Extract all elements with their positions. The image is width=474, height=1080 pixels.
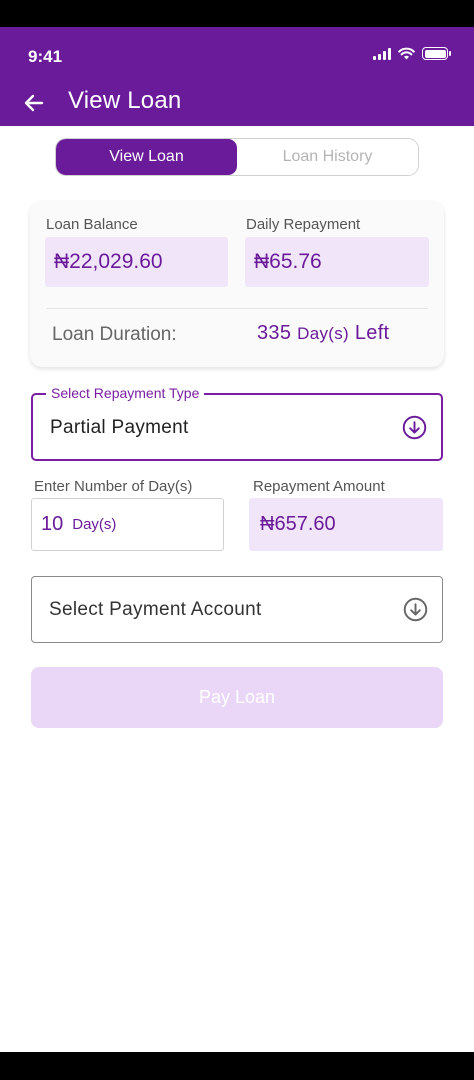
repayment-type-value: Partial Payment — [50, 417, 189, 438]
circle-arrow-down-icon — [403, 597, 428, 622]
repayment-amount-value: ₦657.60 — [249, 498, 443, 551]
daily-repayment-value: ₦65.76 — [245, 237, 429, 287]
app-screen: 9:41 View Loan View Loan Loan History Lo… — [0, 27, 474, 1052]
arrow-left-icon — [24, 94, 44, 112]
days-input[interactable]: 10 Day(s) — [31, 498, 224, 551]
tab-switcher: View Loan Loan History — [55, 138, 419, 176]
status-icons — [373, 47, 451, 60]
cellular-signal-icon — [373, 47, 391, 60]
loan-summary-card: Loan Balance ₦22,029.60 Daily Repayment … — [30, 201, 444, 367]
duration-unit: Day(s) — [297, 324, 349, 343]
duration-days: 335 — [257, 322, 292, 344]
tab-loan-history[interactable]: Loan History — [237, 139, 418, 175]
repayment-type-select[interactable]: Select Repayment Type Partial Payment — [31, 385, 443, 461]
bottom-device-bezel — [0, 1052, 474, 1080]
back-button[interactable] — [20, 89, 48, 117]
circle-arrow-down-icon — [402, 415, 427, 440]
duration-suffix: Left — [354, 322, 390, 344]
loan-duration-value: 335 Day(s) Left — [257, 322, 389, 345]
card-divider — [46, 308, 428, 309]
repayment-type-legend: Select Repayment Type — [46, 385, 205, 401]
repayment-amount-label: Repayment Amount — [253, 478, 385, 495]
pay-loan-button[interactable]: Pay Loan — [31, 667, 443, 728]
loan-balance-value: ₦22,029.60 — [45, 237, 228, 287]
days-field-label: Enter Number of Day(s) — [34, 478, 193, 495]
loan-duration-label: Loan Duration: — [52, 324, 177, 345]
payment-account-select[interactable]: Select Payment Account — [31, 576, 443, 643]
battery-icon — [422, 47, 451, 60]
payment-account-placeholder: Select Payment Account — [49, 599, 262, 620]
loan-balance-label: Loan Balance — [46, 216, 138, 233]
daily-repayment-label: Daily Repayment — [246, 216, 361, 233]
tab-view-loan[interactable]: View Loan — [56, 139, 237, 175]
top-device-bezel — [0, 0, 474, 27]
days-input-value: 10 — [41, 513, 64, 535]
page-title: View Loan — [68, 87, 182, 114]
wifi-icon — [398, 47, 415, 60]
app-bar: 9:41 View Loan — [0, 27, 474, 126]
status-time: 9:41 — [28, 47, 63, 66]
days-input-unit: Day(s) — [72, 516, 117, 533]
